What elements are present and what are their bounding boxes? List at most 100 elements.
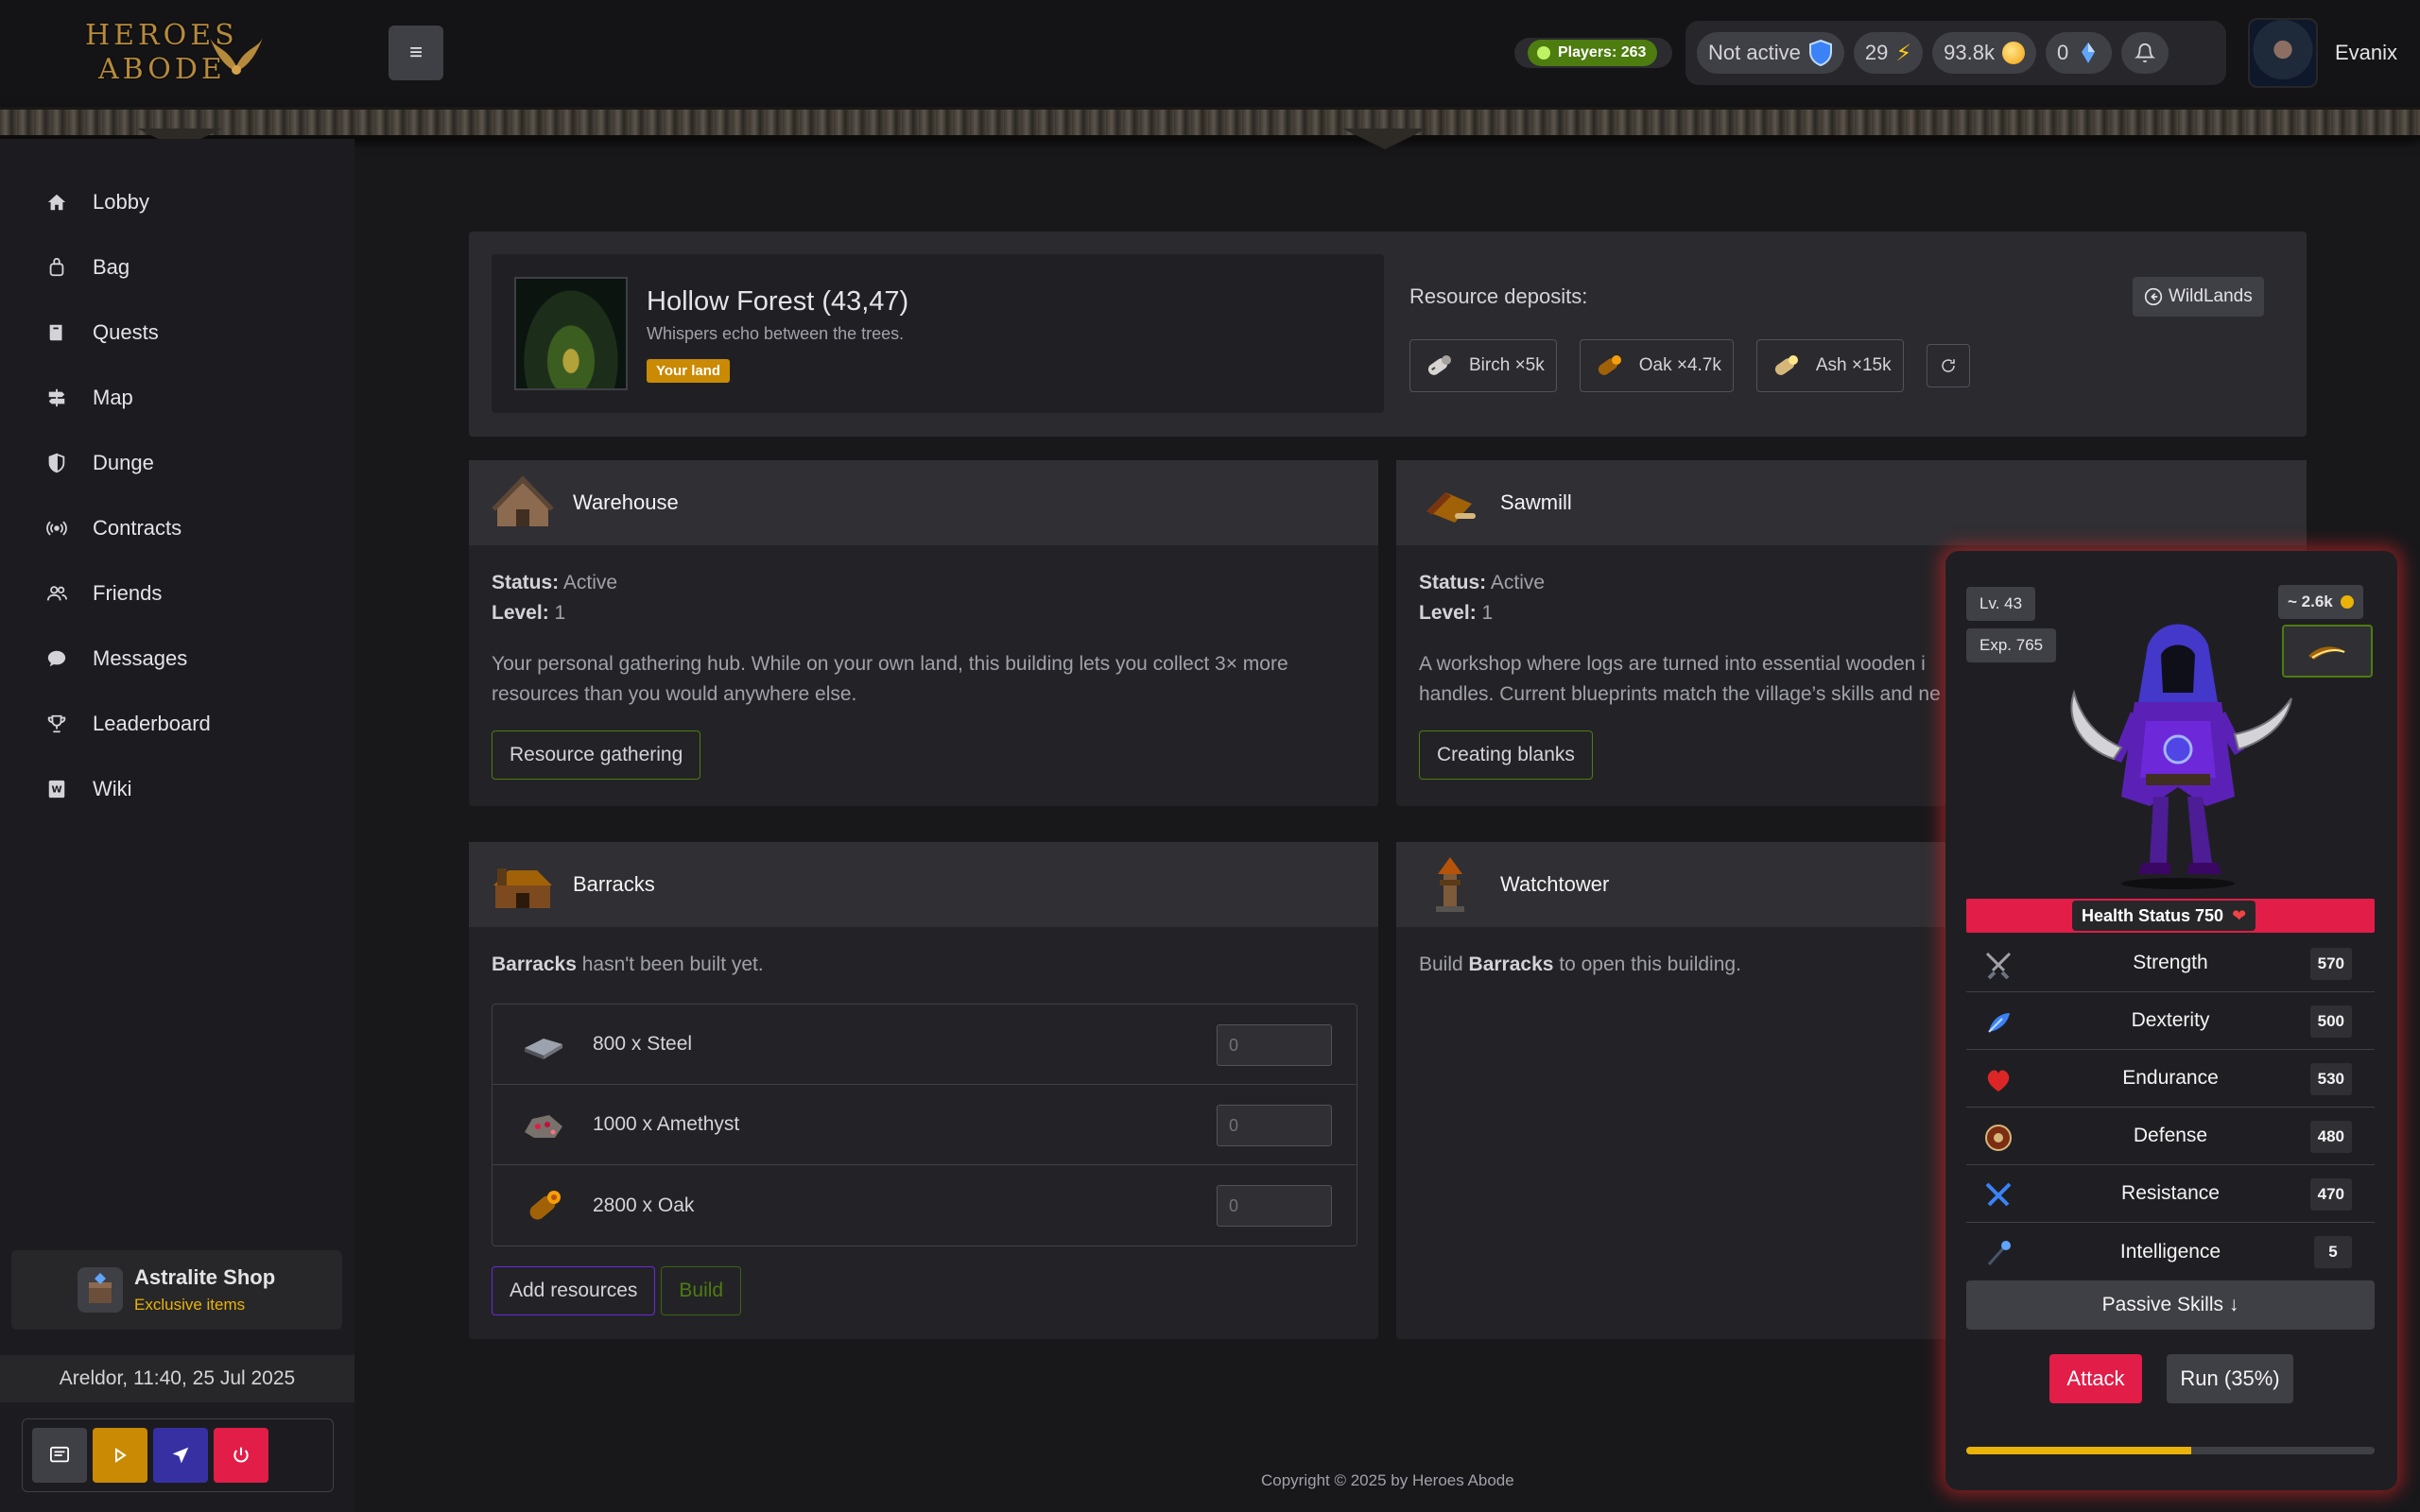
oak-log-icon [529, 1190, 561, 1219]
oak-amount-input[interactable]: 0 [1217, 1185, 1332, 1227]
your-land-badge: Your land [647, 359, 731, 383]
add-resources-button[interactable]: Add resources [492, 1266, 656, 1315]
refresh-icon [1941, 359, 1955, 372]
book-icon [45, 321, 68, 344]
building-name: Sawmill [1500, 490, 1572, 514]
status-value: Active [1490, 572, 1546, 593]
sidebar-item-lobby[interactable]: Lobby [0, 169, 354, 234]
steel-amount-input[interactable]: 0 [1217, 1024, 1332, 1066]
attribute-row-endurance: Endurance 530 [1966, 1050, 2375, 1108]
send-button[interactable] [153, 1428, 208, 1483]
shop-title: Astralite Shop [134, 1265, 276, 1289]
refresh-button[interactable] [1926, 344, 1970, 387]
shop-crate-icon [78, 1267, 123, 1313]
attribute-row-resistance: Resistance 470 [1966, 1165, 2375, 1223]
sidebar-item-quests[interactable]: Quests [0, 300, 354, 365]
land-title: Hollow Forest (43,47) [647, 286, 909, 317]
chat-button[interactable] [32, 1428, 87, 1483]
bag-icon [45, 256, 68, 279]
online-dot-icon [1537, 46, 1550, 60]
level-chip: Lv. 43 [1966, 587, 2036, 621]
signpost-icon [45, 387, 68, 409]
health-value: Health Status 750 [2082, 906, 2224, 925]
creating-blanks-button[interactable]: Creating blanks [1419, 730, 1593, 780]
birch-log-icon [1427, 355, 1451, 375]
shop-text: Astralite Shop Exclusive items [134, 1265, 275, 1314]
attribute-row-intelligence: Intelligence 5 [1966, 1223, 2375, 1280]
home-icon [45, 191, 68, 214]
coin-icon [2002, 42, 2025, 64]
crystals-pill[interactable]: 0 [2046, 32, 2113, 74]
chat-icon [45, 647, 68, 670]
not-built-message: Barracks hasn't been built yet. [492, 950, 1356, 980]
attack-button[interactable]: Attack [2049, 1354, 2142, 1403]
broadcast-icon [45, 517, 68, 540]
sidebar-item-label: Leaderboard [93, 711, 211, 735]
players-count: Players: 263 [1558, 44, 1647, 60]
shop-subtitle: Exclusive items [134, 1296, 246, 1314]
avatar [2248, 18, 2318, 88]
turn-progress-bar [1966, 1447, 2375, 1454]
deposit-oak[interactable]: Oak ×4.7k [1579, 339, 1734, 392]
build-button[interactable]: Build [661, 1266, 742, 1315]
deposit-ash[interactable]: Ash ×15k [1755, 339, 1904, 392]
trophy-icon [45, 713, 68, 735]
building-name: Barracks [573, 872, 655, 896]
wildlands-button[interactable]: WildLands [2133, 277, 2264, 317]
attribute-value: 500 [2309, 1005, 2352, 1038]
character-panel: Lv. 43 Exp. 765 ~ 2.6k Health Status 750… [1945, 551, 2397, 1490]
status-line: Status: Active [492, 568, 1356, 598]
attribute-row-defense: Defense 480 [1966, 1108, 2375, 1165]
sidebar-item-friends[interactable]: Friends [0, 560, 354, 626]
status-pill[interactable]: Not active [1697, 32, 1844, 74]
user-menu[interactable]: Evanix [2248, 17, 2397, 89]
ornament-notch [1342, 129, 1427, 149]
play-button[interactable] [93, 1428, 147, 1483]
arrow-circle-left-icon [2144, 287, 2163, 306]
sidebar-item-wiki[interactable]: W Wiki [0, 756, 354, 821]
building-name: Warehouse [573, 490, 679, 514]
deposit-label: Ash ×15k [1815, 355, 1892, 375]
menu-toggle-button[interactable]: ≡ [389, 26, 443, 80]
attribute-value: 570 [2309, 948, 2352, 980]
attributes-list: Strength 570 Dexterity 500 Endurance 530… [1966, 935, 2375, 1280]
astralite-shop-card[interactable]: Astralite Shop Exclusive items [11, 1250, 342, 1330]
gold-pill[interactable]: 93.8k [1932, 32, 2036, 74]
run-button[interactable]: Run (35%) [2167, 1354, 2293, 1403]
wildlands-label: WildLands [2169, 286, 2253, 306]
deposit-birch[interactable]: Birch ×5k [1409, 339, 1557, 392]
requirement-row: 1000 x Amethyst 0 [493, 1085, 1357, 1165]
sidebar-item-contracts[interactable]: Contracts [0, 495, 354, 560]
steel-ingot-icon [525, 1039, 562, 1059]
requirement-row: 2800 x Oak 0 [493, 1165, 1357, 1246]
attribute-value: 530 [2309, 1063, 2352, 1095]
logout-button[interactable] [214, 1428, 268, 1483]
sidebar-item-leaderboard[interactable]: Leaderboard [0, 691, 354, 756]
sidebar-item-bag[interactable]: Bag [0, 234, 354, 300]
energy-value: 29 [1864, 41, 1889, 64]
notifications-button[interactable] [2121, 32, 2169, 74]
attribute-row-strength: Strength 570 [1966, 935, 2375, 992]
deposits-label: Resource deposits: [1409, 284, 1588, 308]
sidebar-item-dunge[interactable]: Dunge [0, 430, 354, 495]
level-line: Level: 1 [492, 598, 1356, 628]
locked-text-bold: Barracks [1468, 954, 1554, 975]
hamburger-icon: ≡ [408, 40, 423, 65]
resource-gathering-button[interactable]: Resource gathering [492, 730, 701, 780]
users-icon [45, 582, 68, 605]
attribute-value: 5 [2314, 1236, 2352, 1268]
shield-icon [1808, 40, 1832, 66]
sidebar-item-messages[interactable]: Messages [0, 626, 354, 691]
locked-text-post: to open this building. [1553, 954, 1741, 975]
amethyst-amount-input[interactable]: 0 [1217, 1105, 1332, 1146]
requirement-label: 1000 x Amethyst [593, 1113, 740, 1135]
passive-skills-button[interactable]: Passive Skills ↓ [1966, 1280, 2375, 1330]
sidebar-item-map[interactable]: Map [0, 365, 354, 430]
attribute-value: 470 [2309, 1178, 2352, 1211]
sidebar-item-label: Contracts [93, 515, 182, 540]
not-built-text: hasn't been built yet. [576, 954, 764, 975]
crystal-icon [2082, 43, 2096, 63]
warehouse-icon [492, 475, 554, 526]
energy-pill[interactable]: 29 ⚡ [1853, 32, 1924, 74]
logo[interactable]: HEROES ABODE [85, 19, 265, 93]
